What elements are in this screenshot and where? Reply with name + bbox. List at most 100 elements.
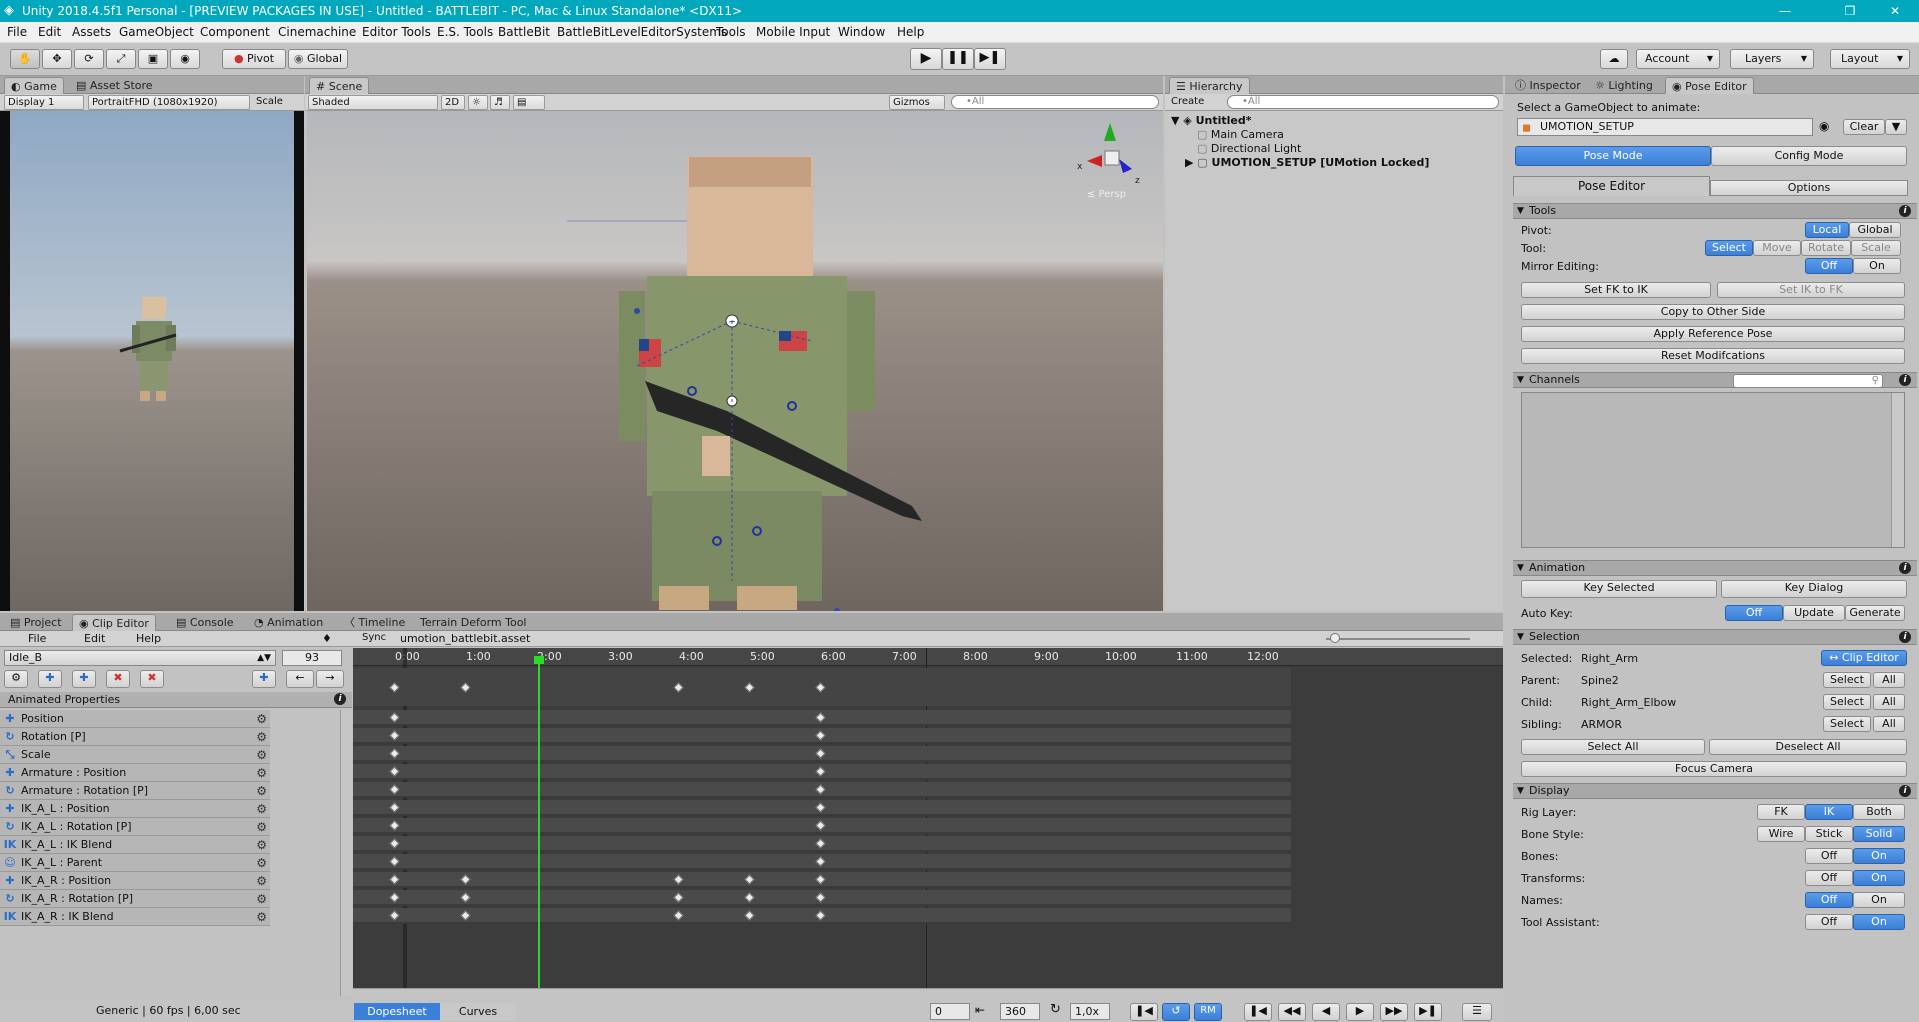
tab-clip-editor[interactable]: ◉ Clip Editor <box>72 614 156 631</box>
clip-length-field[interactable]: 360 <box>1000 1003 1040 1020</box>
gameobject-field[interactable]: ◼ UMOTION_SETUP <box>1517 118 1813 136</box>
tool-assistant-off-button[interactable]: Off <box>1805 914 1853 930</box>
mirror-off-button[interactable]: Off <box>1805 258 1853 274</box>
key-selected-button[interactable]: Key Selected <box>1521 580 1717 598</box>
start-frame-field[interactable]: 0 <box>930 1003 970 1020</box>
maximize-button[interactable]: ❐ <box>1830 1 1870 21</box>
tool-move-button[interactable]: Move <box>1753 240 1801 256</box>
animated-property-row[interactable]: IK IK_A_R : IK Blend ⚙ <box>0 908 270 926</box>
global-toggle[interactable]: ◉ Global <box>288 49 348 69</box>
menu-window[interactable]: Window <box>838 25 885 39</box>
property-gear-icon[interactable]: ⚙ <box>256 837 267 854</box>
tab-project[interactable]: ▤ Project <box>4 614 68 631</box>
info-icon[interactable]: i <box>1899 205 1911 217</box>
first-frame-icon[interactable]: ❚◀ <box>1244 1003 1272 1021</box>
animated-property-row[interactable]: IK IK_A_L : IK Blend ⚙ <box>0 836 270 854</box>
hand-tool-icon[interactable]: ✋ <box>10 49 40 69</box>
subtab-pose-editor[interactable]: Pose Editor <box>1513 176 1710 196</box>
property-gear-icon[interactable]: ⚙ <box>256 729 267 746</box>
apply-reference-pose-button[interactable]: Apply Reference Pose <box>1521 326 1905 342</box>
properties-scrollbar[interactable] <box>340 710 352 996</box>
sibling-select-button[interactable]: Select <box>1823 716 1871 732</box>
parent-all-button[interactable]: All <box>1873 672 1905 688</box>
property-gear-icon[interactable]: ⚙ <box>256 891 267 908</box>
tab-lighting[interactable]: ☼ Lighting <box>1589 77 1659 94</box>
go-to-start-icon[interactable]: ❚◀ <box>1130 1003 1158 1021</box>
keyframe[interactable] <box>815 910 826 921</box>
menu-help[interactable]: Help <box>897 25 924 39</box>
copy-other-side-button[interactable]: Copy to Other Side <box>1521 304 1905 320</box>
keyframe[interactable] <box>389 892 400 903</box>
tab-animation[interactable]: ◔ Animation <box>248 614 329 631</box>
create-dropdown[interactable]: Create <box>1168 95 1222 110</box>
subtab-options[interactable]: Options <box>1710 180 1908 196</box>
rig-both-button[interactable]: Both <box>1853 804 1905 820</box>
pause-button[interactable]: ❚❚ <box>942 48 974 70</box>
menu-mobile-input[interactable]: Mobile Input <box>756 25 830 39</box>
property-gear-icon[interactable]: ⚙ <box>256 747 267 764</box>
channels-scrollbar[interactable] <box>1891 393 1904 547</box>
tool-scale-button[interactable]: Scale <box>1851 240 1901 256</box>
pivot-local-button[interactable]: Local <box>1805 222 1849 238</box>
rig-ik-button[interactable]: IK <box>1805 804 1853 820</box>
mirror-on-button[interactable]: On <box>1853 258 1901 274</box>
new-event-icon[interactable]: ✚ <box>252 670 276 688</box>
tab-console[interactable]: ▤ Console <box>170 614 240 631</box>
keyframe[interactable] <box>815 838 826 849</box>
keyframe[interactable] <box>389 784 400 795</box>
select-all-button[interactable]: Select All <box>1521 739 1705 755</box>
add-key-icon[interactable]: ✚ <box>72 670 96 688</box>
menu-file[interactable]: File <box>7 25 27 39</box>
layers-dropdown[interactable]: Layers ▼ <box>1730 49 1814 69</box>
property-gear-icon[interactable]: ⚙ <box>256 909 267 926</box>
animated-property-row[interactable]: ✚ Armature : Position ⚙ <box>0 764 270 782</box>
display-section-header[interactable]: ▼ Display i <box>1513 783 1917 799</box>
tab-dopesheet[interactable]: Dopesheet <box>354 1003 440 1020</box>
keyframe[interactable] <box>815 682 826 693</box>
channels-list[interactable] <box>1521 392 1905 548</box>
dopesheet-hscrollbar[interactable] <box>353 988 1503 1000</box>
keyframe[interactable] <box>815 802 826 813</box>
keyframe[interactable] <box>389 766 400 777</box>
play-button[interactable]: ▶ <box>910 48 942 70</box>
remove-key-icon[interactable]: ✖ <box>106 670 130 688</box>
clear-button[interactable]: Clear <box>1843 119 1885 135</box>
info-icon[interactable]: i <box>334 693 346 705</box>
prev-frame-icon[interactable]: ◀ <box>1312 1003 1340 1021</box>
keyframe[interactable] <box>460 892 471 903</box>
property-gear-icon[interactable]: ⚙ <box>256 855 267 872</box>
hierarchy-search-input[interactable]: •All <box>1227 95 1499 109</box>
property-gear-icon[interactable]: ⚙ <box>256 765 267 782</box>
property-gear-icon[interactable]: ⚙ <box>256 819 267 836</box>
sibling-all-button[interactable]: All <box>1873 716 1905 732</box>
scene-search-input[interactable]: •All <box>951 95 1159 109</box>
hierarchy-item-umotion-setup[interactable]: ▶ ▢ UMOTION_SETUP [UMotion Locked] <box>1185 156 1429 169</box>
menu-battlebit[interactable]: BattleBit <box>498 25 550 39</box>
selection-section-header[interactable]: ▼ Selection i <box>1513 629 1917 645</box>
auto-key-off-button[interactable]: Off <box>1725 605 1783 621</box>
reset-modifications-button[interactable]: Reset Modifcations <box>1521 348 1905 364</box>
child-all-button[interactable]: All <box>1873 694 1905 710</box>
gizmos-dropdown[interactable]: Gizmos <box>889 95 945 110</box>
next-key-icon[interactable]: → <box>316 670 344 688</box>
menu-gameobject[interactable]: GameObject <box>119 25 194 39</box>
frame-field[interactable]: 93 <box>282 650 342 666</box>
tab-inspector[interactable]: ⓘ Inspector <box>1509 77 1587 94</box>
tab-pose-editor[interactable]: ◉ Pose Editor <box>1665 77 1754 94</box>
menu-assets[interactable]: Assets <box>72 25 111 39</box>
pose-mode-button[interactable]: Pose Mode <box>1515 146 1711 166</box>
persp-label[interactable]: ≤ Persp <box>1087 189 1126 200</box>
prev-key-icon[interactable]: ← <box>286 670 314 688</box>
rig-fk-button[interactable]: FK <box>1757 804 1805 820</box>
menu-tools[interactable]: Tools <box>716 25 746 39</box>
account-dropdown[interactable]: Account ▼ <box>1636 49 1720 69</box>
clip-editor-link-button[interactable]: ↔ Clip Editor <box>1821 650 1907 666</box>
names-on-button[interactable]: On <box>1853 892 1905 908</box>
animated-property-row[interactable]: ↻ IK_A_L : Rotation [P] ⚙ <box>0 818 270 836</box>
property-gear-icon[interactable]: ⚙ <box>256 711 267 728</box>
keyframe[interactable] <box>815 892 826 903</box>
sync-label[interactable]: Sync <box>362 632 386 643</box>
zoom-slider[interactable] <box>1326 638 1470 640</box>
names-off-button[interactable]: Off <box>1805 892 1853 908</box>
keyframe[interactable] <box>744 682 755 693</box>
